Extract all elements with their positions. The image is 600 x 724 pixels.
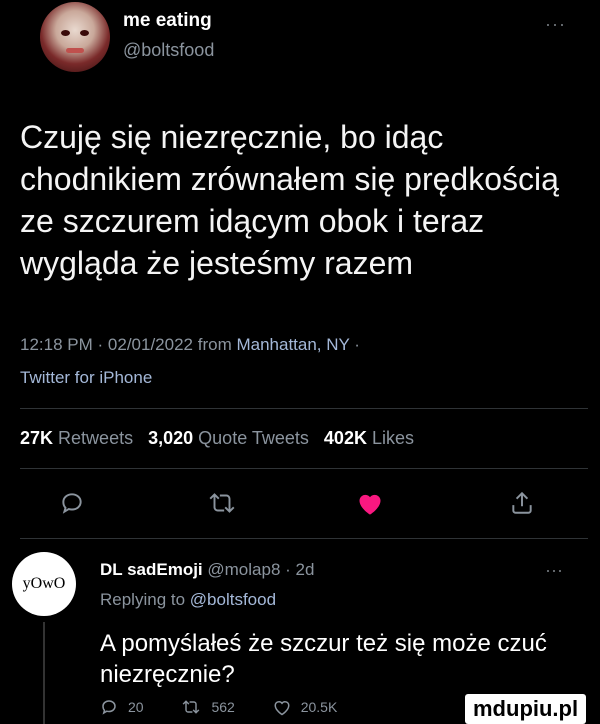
retweet-icon[interactable] xyxy=(205,486,239,520)
divider xyxy=(20,538,588,539)
divider xyxy=(20,408,588,409)
tweet-source-link[interactable]: Twitter for iPhone xyxy=(20,368,152,387)
tweet-stats: 27K Retweets 3,020 Quote Tweets 402K Lik… xyxy=(20,428,414,449)
retweets-stat[interactable]: 27K Retweets xyxy=(20,428,133,448)
avatar-eye-right xyxy=(80,30,89,36)
tweet-date: 02/01/2022 xyxy=(107,335,193,354)
tweet-time: 12:18 PM xyxy=(20,335,93,354)
reply-icon xyxy=(102,700,116,715)
retweet-icon xyxy=(183,700,200,714)
meta-separator: · xyxy=(97,335,104,354)
reply-count: 20 xyxy=(128,699,144,715)
meta-separator: · xyxy=(354,335,360,354)
avatar-mouth xyxy=(66,48,84,53)
like-icon xyxy=(274,701,290,716)
likes-stat[interactable]: 402K Likes xyxy=(324,428,414,448)
reply-like-count: 20.5K xyxy=(300,699,338,715)
tweet-location-link[interactable]: Manhattan, NY xyxy=(236,335,349,354)
tweet-meta: 12:18 PM · 02/01/2022 from Manhattan, NY… xyxy=(20,328,580,394)
like-icon[interactable] xyxy=(353,486,387,520)
reply-retweet-count: 562 xyxy=(211,699,235,715)
watermark: mdupiu.pl xyxy=(465,694,587,724)
reply-display-name[interactable]: DL sadEmoji xyxy=(100,560,203,579)
divider xyxy=(20,468,588,469)
reply-icon[interactable] xyxy=(55,486,89,520)
reply-text: A pomyślałeś że szczur też się może czuć… xyxy=(100,630,547,688)
thread-line xyxy=(43,622,45,724)
replying-to-handle[interactable]: @boltsfood xyxy=(190,590,276,609)
reply-avatar[interactable]: yOwO xyxy=(12,552,76,616)
from-label: from xyxy=(197,335,232,354)
display-name[interactable]: me eating xyxy=(123,10,212,32)
reply-handle[interactable]: @molap8 xyxy=(207,560,280,579)
replying-to: Replying to @boltsfood xyxy=(100,590,276,610)
more-options-icon[interactable]: ··· xyxy=(545,14,566,35)
avatar[interactable] xyxy=(40,2,110,72)
tweet-text: Czuję się niezręcznie, bo idąc chodnikie… xyxy=(20,119,559,281)
user-handle[interactable]: @boltsfood xyxy=(123,40,214,61)
reply-like-button[interactable]: 20.5K xyxy=(273,698,338,716)
share-icon[interactable] xyxy=(505,486,539,520)
reply-age: 2d xyxy=(295,560,315,579)
avatar-eye-left xyxy=(61,30,70,36)
meta-separator: · xyxy=(285,560,291,579)
replying-to-label: Replying to xyxy=(100,590,186,609)
more-options-icon[interactable]: ··· xyxy=(545,560,563,581)
quote-tweets-stat[interactable]: 3,020 Quote Tweets xyxy=(148,428,309,448)
reply-retweet-button[interactable]: 562 xyxy=(181,698,235,716)
reply-reply-button[interactable]: 20 xyxy=(100,698,144,716)
reply-actions: 20 562 20.5K xyxy=(100,698,371,719)
reply-header: DL sadEmoji @molap8 · 2d xyxy=(100,560,314,580)
